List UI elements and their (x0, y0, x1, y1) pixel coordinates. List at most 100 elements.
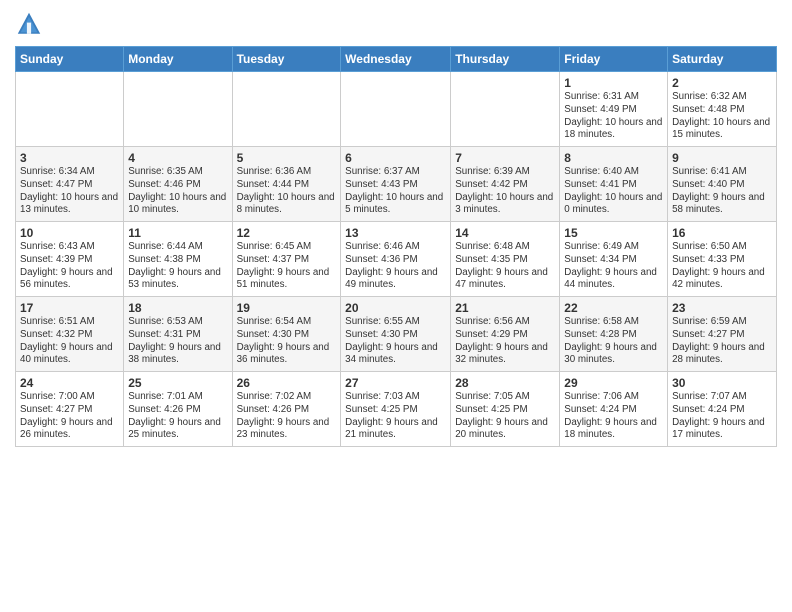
day-number: 14 (455, 225, 555, 241)
day-info: Sunrise: 6:34 AM Sunset: 4:47 PM Dayligh… (20, 166, 119, 217)
calendar-header: SundayMondayTuesdayWednesdayThursdayFrid… (16, 47, 777, 72)
weekday-header-tuesday: Tuesday (232, 47, 341, 72)
calendar-body: 1Sunrise: 6:31 AM Sunset: 4:49 PM Daylig… (16, 72, 777, 447)
day-info: Sunrise: 7:03 AM Sunset: 4:25 PM Dayligh… (345, 391, 446, 442)
calendar-week-row: 17Sunrise: 6:51 AM Sunset: 4:32 PM Dayli… (16, 297, 777, 372)
calendar-cell: 19Sunrise: 6:54 AM Sunset: 4:30 PM Dayli… (232, 297, 341, 372)
calendar-cell (341, 72, 451, 147)
calendar-cell: 17Sunrise: 6:51 AM Sunset: 4:32 PM Dayli… (16, 297, 124, 372)
day-number: 12 (237, 225, 337, 241)
calendar-cell: 4Sunrise: 6:35 AM Sunset: 4:46 PM Daylig… (124, 147, 232, 222)
calendar-cell: 22Sunrise: 6:58 AM Sunset: 4:28 PM Dayli… (560, 297, 668, 372)
day-number: 19 (237, 300, 337, 316)
calendar-cell: 13Sunrise: 6:46 AM Sunset: 4:36 PM Dayli… (341, 222, 451, 297)
weekday-header-sunday: Sunday (16, 47, 124, 72)
day-number: 2 (672, 75, 772, 91)
day-info: Sunrise: 7:05 AM Sunset: 4:25 PM Dayligh… (455, 391, 555, 442)
day-info: Sunrise: 6:37 AM Sunset: 4:43 PM Dayligh… (345, 166, 446, 217)
day-number: 9 (672, 150, 772, 166)
day-info: Sunrise: 6:54 AM Sunset: 4:30 PM Dayligh… (237, 316, 337, 367)
calendar-cell: 3Sunrise: 6:34 AM Sunset: 4:47 PM Daylig… (16, 147, 124, 222)
day-info: Sunrise: 6:41 AM Sunset: 4:40 PM Dayligh… (672, 166, 772, 217)
calendar-cell: 5Sunrise: 6:36 AM Sunset: 4:44 PM Daylig… (232, 147, 341, 222)
day-info: Sunrise: 7:01 AM Sunset: 4:26 PM Dayligh… (128, 391, 227, 442)
calendar-cell: 29Sunrise: 7:06 AM Sunset: 4:24 PM Dayli… (560, 372, 668, 447)
calendar-cell: 7Sunrise: 6:39 AM Sunset: 4:42 PM Daylig… (451, 147, 560, 222)
calendar-cell (124, 72, 232, 147)
day-number: 15 (564, 225, 663, 241)
day-number: 10 (20, 225, 119, 241)
day-info: Sunrise: 7:07 AM Sunset: 4:24 PM Dayligh… (672, 391, 772, 442)
day-number: 17 (20, 300, 119, 316)
weekday-header-row: SundayMondayTuesdayWednesdayThursdayFrid… (16, 47, 777, 72)
calendar-cell: 6Sunrise: 6:37 AM Sunset: 4:43 PM Daylig… (341, 147, 451, 222)
day-number: 28 (455, 375, 555, 391)
day-info: Sunrise: 6:32 AM Sunset: 4:48 PM Dayligh… (672, 91, 772, 142)
calendar-cell: 26Sunrise: 7:02 AM Sunset: 4:26 PM Dayli… (232, 372, 341, 447)
calendar-cell: 15Sunrise: 6:49 AM Sunset: 4:34 PM Dayli… (560, 222, 668, 297)
day-number: 29 (564, 375, 663, 391)
day-number: 23 (672, 300, 772, 316)
calendar-cell: 8Sunrise: 6:40 AM Sunset: 4:41 PM Daylig… (560, 147, 668, 222)
calendar-week-row: 1Sunrise: 6:31 AM Sunset: 4:49 PM Daylig… (16, 72, 777, 147)
weekday-header-friday: Friday (560, 47, 668, 72)
day-info: Sunrise: 6:44 AM Sunset: 4:38 PM Dayligh… (128, 241, 227, 292)
calendar-cell: 10Sunrise: 6:43 AM Sunset: 4:39 PM Dayli… (16, 222, 124, 297)
calendar-cell: 1Sunrise: 6:31 AM Sunset: 4:49 PM Daylig… (560, 72, 668, 147)
day-number: 26 (237, 375, 337, 391)
day-number: 24 (20, 375, 119, 391)
calendar-week-row: 3Sunrise: 6:34 AM Sunset: 4:47 PM Daylig… (16, 147, 777, 222)
calendar-cell: 30Sunrise: 7:07 AM Sunset: 4:24 PM Dayli… (668, 372, 777, 447)
day-number: 22 (564, 300, 663, 316)
calendar-cell: 9Sunrise: 6:41 AM Sunset: 4:40 PM Daylig… (668, 147, 777, 222)
day-info: Sunrise: 7:02 AM Sunset: 4:26 PM Dayligh… (237, 391, 337, 442)
day-info: Sunrise: 6:55 AM Sunset: 4:30 PM Dayligh… (345, 316, 446, 367)
day-info: Sunrise: 6:58 AM Sunset: 4:28 PM Dayligh… (564, 316, 663, 367)
day-info: Sunrise: 6:36 AM Sunset: 4:44 PM Dayligh… (237, 166, 337, 217)
day-number: 27 (345, 375, 446, 391)
day-number: 8 (564, 150, 663, 166)
calendar-cell (232, 72, 341, 147)
calendar-cell: 11Sunrise: 6:44 AM Sunset: 4:38 PM Dayli… (124, 222, 232, 297)
logo-icon (15, 10, 43, 38)
calendar-week-row: 24Sunrise: 7:00 AM Sunset: 4:27 PM Dayli… (16, 372, 777, 447)
day-number: 13 (345, 225, 446, 241)
day-info: Sunrise: 7:06 AM Sunset: 4:24 PM Dayligh… (564, 391, 663, 442)
day-info: Sunrise: 6:39 AM Sunset: 4:42 PM Dayligh… (455, 166, 555, 217)
page-container: SundayMondayTuesdayWednesdayThursdayFrid… (0, 0, 792, 452)
calendar-table: SundayMondayTuesdayWednesdayThursdayFrid… (15, 46, 777, 447)
calendar-cell: 27Sunrise: 7:03 AM Sunset: 4:25 PM Dayli… (341, 372, 451, 447)
day-info: Sunrise: 6:31 AM Sunset: 4:49 PM Dayligh… (564, 91, 663, 142)
day-info: Sunrise: 6:45 AM Sunset: 4:37 PM Dayligh… (237, 241, 337, 292)
day-number: 7 (455, 150, 555, 166)
day-number: 3 (20, 150, 119, 166)
day-number: 5 (237, 150, 337, 166)
day-number: 21 (455, 300, 555, 316)
calendar-cell: 2Sunrise: 6:32 AM Sunset: 4:48 PM Daylig… (668, 72, 777, 147)
calendar-cell: 20Sunrise: 6:55 AM Sunset: 4:30 PM Dayli… (341, 297, 451, 372)
day-info: Sunrise: 7:00 AM Sunset: 4:27 PM Dayligh… (20, 391, 119, 442)
day-info: Sunrise: 6:50 AM Sunset: 4:33 PM Dayligh… (672, 241, 772, 292)
day-number: 6 (345, 150, 446, 166)
day-number: 11 (128, 225, 227, 241)
day-info: Sunrise: 6:59 AM Sunset: 4:27 PM Dayligh… (672, 316, 772, 367)
day-info: Sunrise: 6:49 AM Sunset: 4:34 PM Dayligh… (564, 241, 663, 292)
day-number: 16 (672, 225, 772, 241)
calendar-cell: 18Sunrise: 6:53 AM Sunset: 4:31 PM Dayli… (124, 297, 232, 372)
day-number: 25 (128, 375, 227, 391)
day-info: Sunrise: 6:46 AM Sunset: 4:36 PM Dayligh… (345, 241, 446, 292)
calendar-cell: 12Sunrise: 6:45 AM Sunset: 4:37 PM Dayli… (232, 222, 341, 297)
day-info: Sunrise: 6:40 AM Sunset: 4:41 PM Dayligh… (564, 166, 663, 217)
day-info: Sunrise: 6:53 AM Sunset: 4:31 PM Dayligh… (128, 316, 227, 367)
weekday-header-saturday: Saturday (668, 47, 777, 72)
calendar-cell: 23Sunrise: 6:59 AM Sunset: 4:27 PM Dayli… (668, 297, 777, 372)
day-info: Sunrise: 6:35 AM Sunset: 4:46 PM Dayligh… (128, 166, 227, 217)
calendar-week-row: 10Sunrise: 6:43 AM Sunset: 4:39 PM Dayli… (16, 222, 777, 297)
day-info: Sunrise: 6:56 AM Sunset: 4:29 PM Dayligh… (455, 316, 555, 367)
weekday-header-thursday: Thursday (451, 47, 560, 72)
calendar-cell: 16Sunrise: 6:50 AM Sunset: 4:33 PM Dayli… (668, 222, 777, 297)
day-info: Sunrise: 6:51 AM Sunset: 4:32 PM Dayligh… (20, 316, 119, 367)
day-info: Sunrise: 6:48 AM Sunset: 4:35 PM Dayligh… (455, 241, 555, 292)
weekday-header-wednesday: Wednesday (341, 47, 451, 72)
calendar-cell: 21Sunrise: 6:56 AM Sunset: 4:29 PM Dayli… (451, 297, 560, 372)
